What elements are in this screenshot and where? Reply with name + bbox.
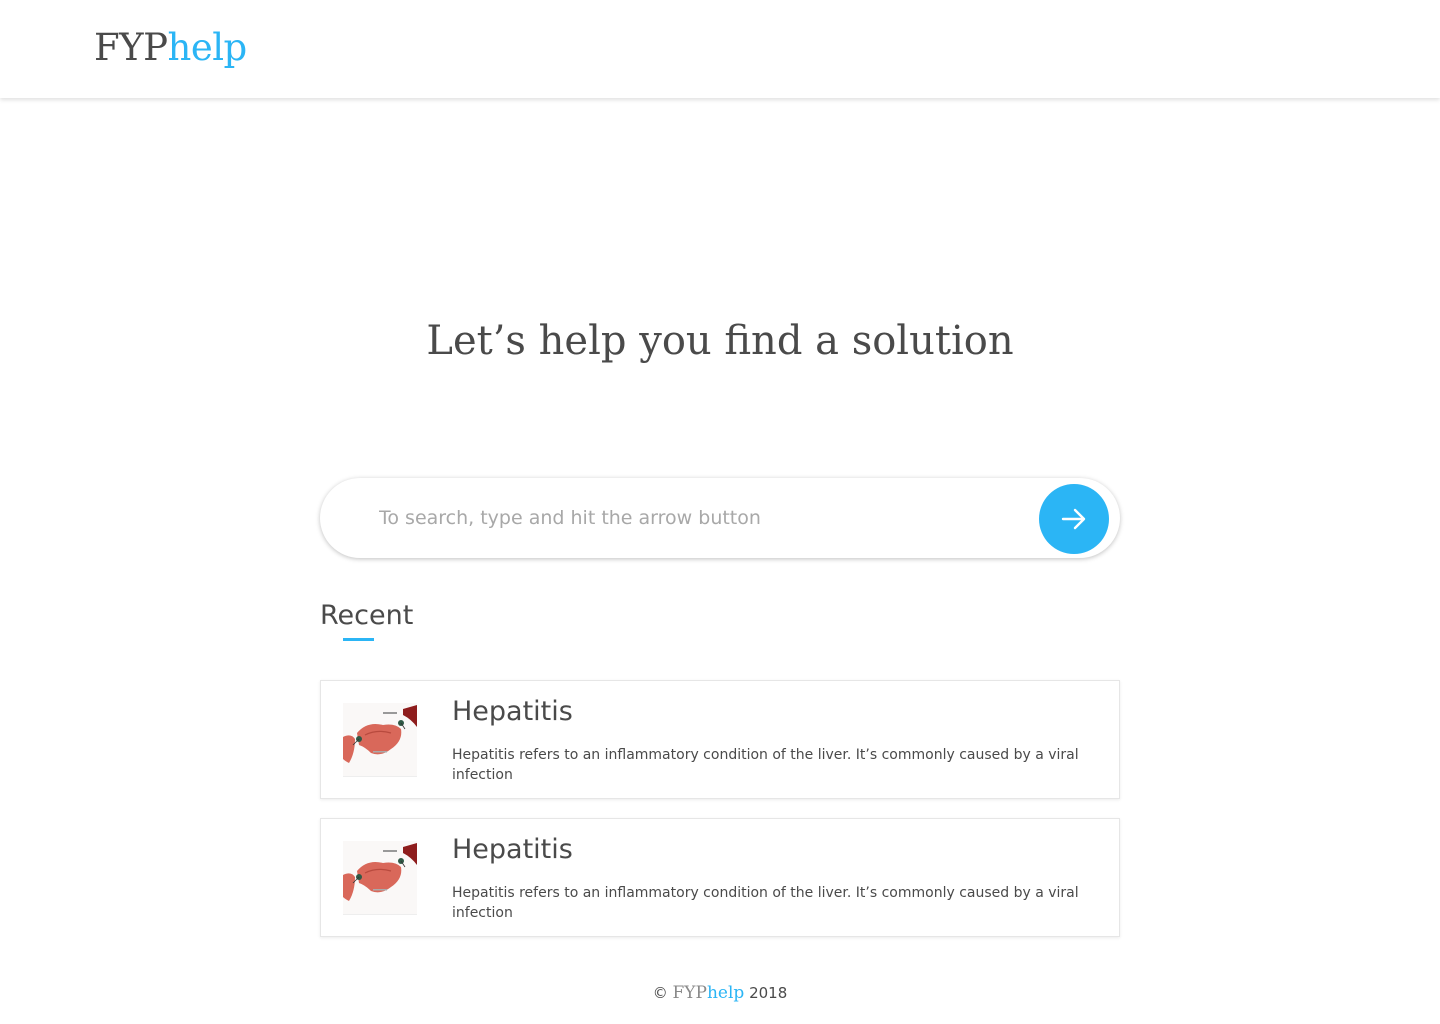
recent-section-title: Recent <box>320 600 414 631</box>
copyright-icon: © <box>652 984 668 1002</box>
brand-logo-part1: FYP <box>94 26 168 69</box>
recent-item-card[interactable]: Hepatitis Hepatitis refers to an inflamm… <box>320 680 1120 799</box>
recent-title-underline <box>343 638 374 641</box>
recent-item-title: Hepatitis <box>452 834 573 865</box>
liver-illustration-icon <box>343 703 417 777</box>
brand-logo[interactable]: FYPhelp <box>94 29 247 66</box>
footer-brand-part1: FYP <box>672 983 707 1003</box>
liver-illustration-icon <box>343 841 417 915</box>
search-submit-button[interactable] <box>1039 484 1109 554</box>
arrow-right-icon <box>1061 508 1086 530</box>
brand-logo-part2: help <box>167 26 248 69</box>
top-header: FYPhelp <box>0 0 1440 98</box>
search-bar <box>320 478 1120 558</box>
recent-item-description: Hepatitis refers to an inflammatory cond… <box>452 747 1079 783</box>
recent-item-title: Hepatitis <box>452 696 573 727</box>
search-input[interactable] <box>379 498 1019 538</box>
recent-item-description: Hepatitis refers to an inflammatory cond… <box>452 885 1079 921</box>
footer-brand-part2: help <box>706 983 745 1003</box>
recent-item-card[interactable]: Hepatitis Hepatitis refers to an inflamm… <box>320 818 1120 937</box>
page-footer: © FYPhelp 2018 <box>0 983 1440 1003</box>
page-headline: Let’s help you find a solution <box>426 318 1014 364</box>
footer-year: 2018 <box>749 984 788 1002</box>
